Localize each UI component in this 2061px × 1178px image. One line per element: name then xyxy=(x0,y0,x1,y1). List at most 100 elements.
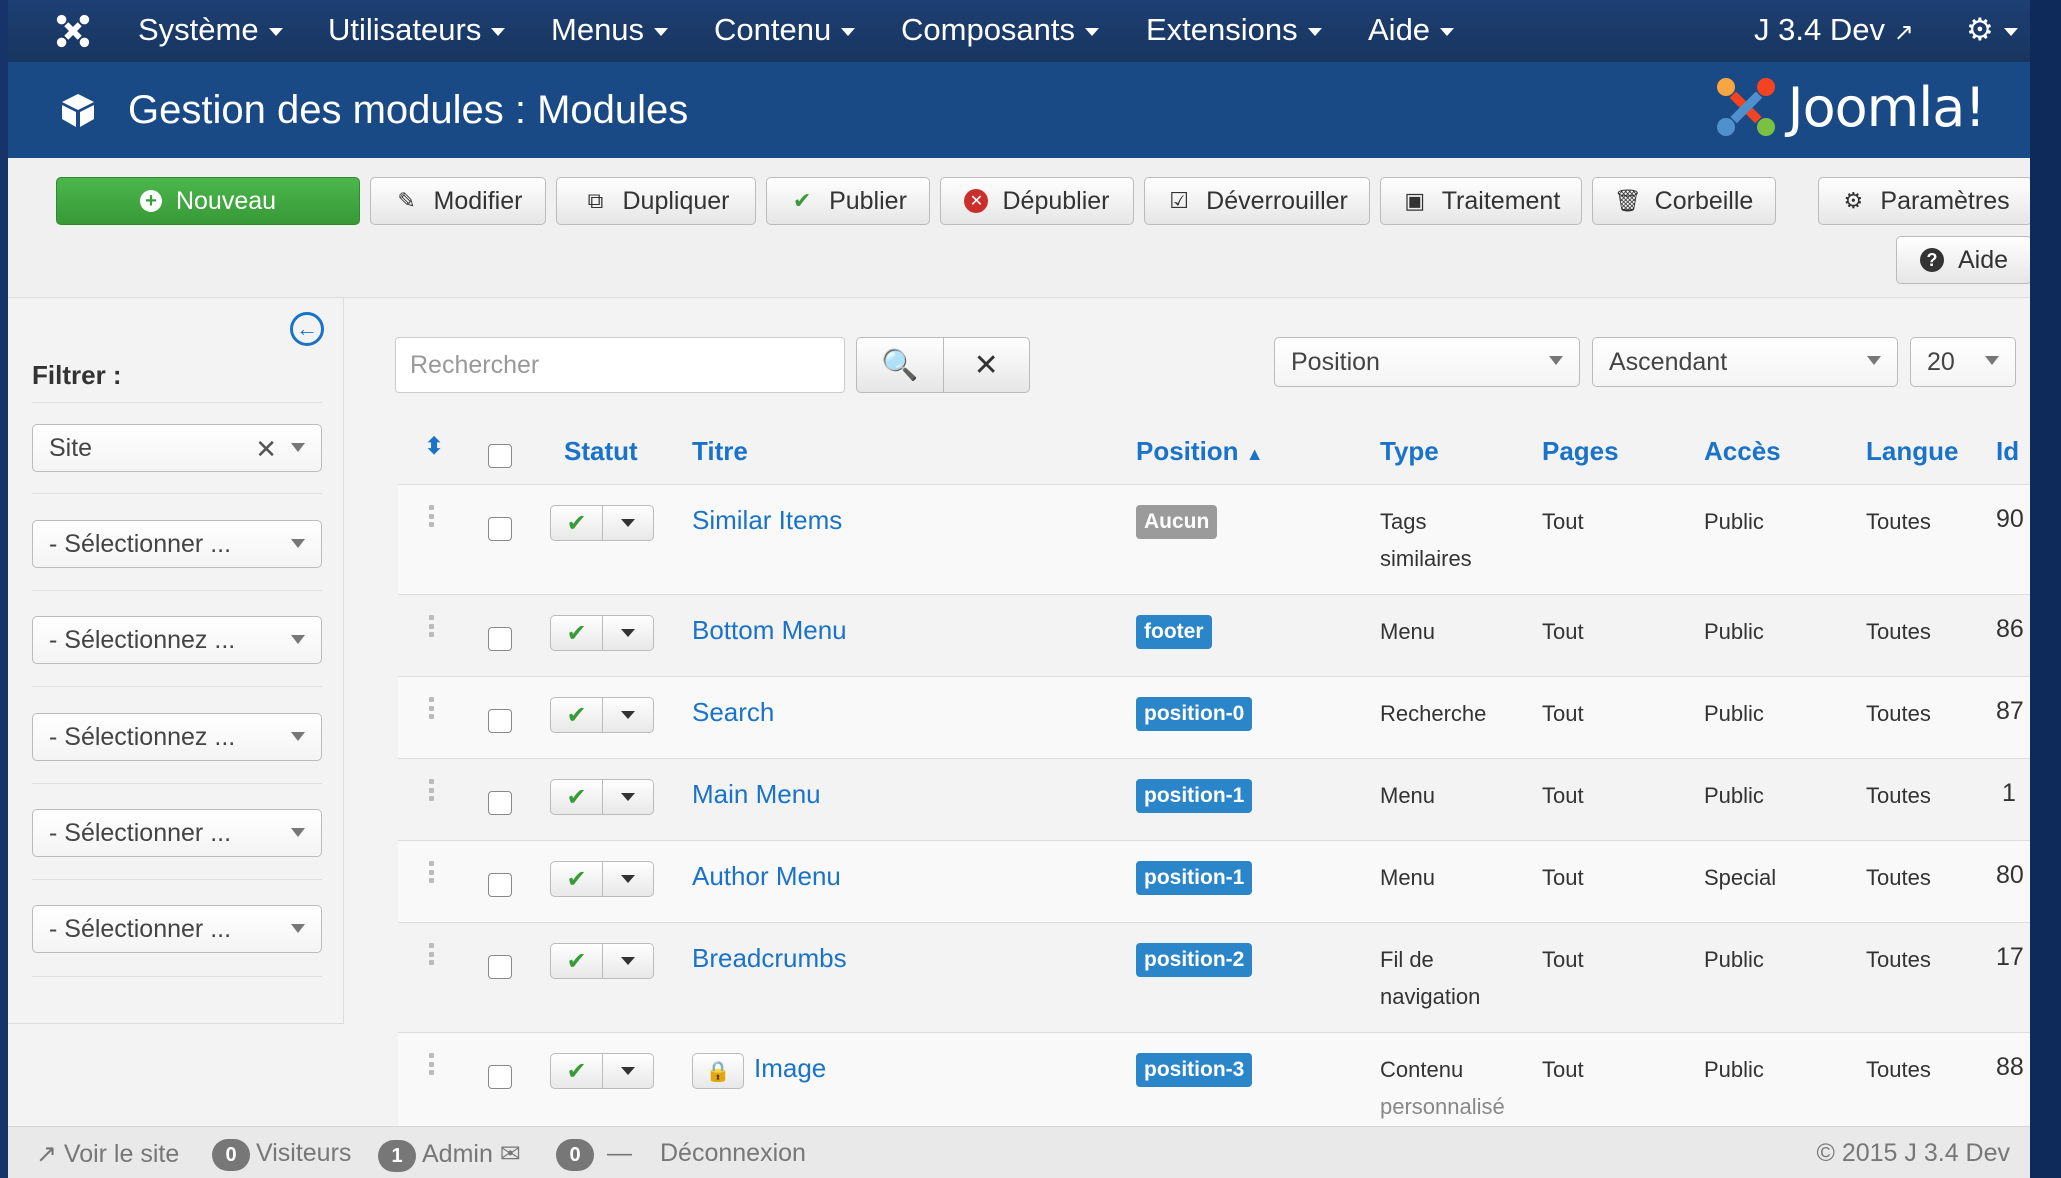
check-icon[interactable]: ✔ xyxy=(551,506,603,540)
collapse-sidebar-icon[interactable]: ← xyxy=(290,312,324,346)
status-dropdown[interactable] xyxy=(603,1054,653,1088)
header-position[interactable]: Position ▲ xyxy=(1136,436,1264,467)
access-filter-select[interactable]: - Sélectionner ... xyxy=(32,809,322,857)
search-input[interactable]: Rechercher xyxy=(395,337,845,393)
status-toggle[interactable]: ✔ xyxy=(550,697,654,733)
header-pages[interactable]: Pages xyxy=(1542,436,1619,467)
check-icon[interactable]: ✔ xyxy=(551,698,603,732)
drag-handle-icon[interactable] xyxy=(429,615,435,637)
unpublish-button[interactable]: ✕ Dépublier xyxy=(940,177,1134,225)
drag-handle-icon[interactable] xyxy=(429,697,435,719)
check-icon[interactable]: ✔ xyxy=(551,1054,603,1088)
status-dropdown[interactable] xyxy=(603,616,653,650)
publish-button[interactable]: ✔ Publier xyxy=(766,177,930,225)
status-dropdown[interactable] xyxy=(603,506,653,540)
status-toggle[interactable]: ✔ xyxy=(550,505,654,541)
module-title-link[interactable]: Similar Items xyxy=(692,505,842,536)
module-title-link[interactable]: Main Menu xyxy=(692,779,821,810)
check-icon[interactable]: ✔ xyxy=(551,944,603,978)
menu-composants[interactable]: Composants xyxy=(901,12,1100,48)
batch-button[interactable]: ▣ Traitement xyxy=(1380,177,1582,225)
help-button[interactable]: ? Aide xyxy=(1896,236,2030,284)
duplicate-button[interactable]: ⧉ Dupliquer xyxy=(556,177,756,225)
status-toggle[interactable]: ✔ xyxy=(550,943,654,979)
menu-menus[interactable]: Menus xyxy=(551,12,669,48)
status-dropdown[interactable] xyxy=(603,780,653,814)
drag-handle-icon[interactable] xyxy=(429,861,435,883)
menu-contenu[interactable]: Contenu xyxy=(714,12,856,48)
access-cell: Public xyxy=(1704,509,1764,534)
caret-down-icon xyxy=(621,793,635,801)
status-toggle[interactable]: ✔ xyxy=(550,1053,654,1089)
check-icon[interactable]: ✔ xyxy=(551,616,603,650)
module-title-link[interactable]: Image xyxy=(754,1053,826,1084)
options-button[interactable]: ⚙ Paramètres xyxy=(1818,177,2030,225)
row-checkbox[interactable] xyxy=(488,873,512,897)
drag-handle-icon[interactable] xyxy=(429,779,435,801)
drag-handle-icon[interactable] xyxy=(429,943,435,965)
header-language[interactable]: Langue xyxy=(1866,436,1958,467)
header-title[interactable]: Titre xyxy=(692,436,748,467)
header-id[interactable]: Id xyxy=(1996,436,2019,467)
header-status[interactable]: Statut xyxy=(564,436,638,467)
menu-systeme[interactable]: Système xyxy=(138,12,283,48)
desktop-edge xyxy=(2030,0,2061,1178)
caret-down-icon xyxy=(654,27,669,36)
header-access[interactable]: Accès xyxy=(1704,436,1781,467)
checkin-button[interactable]: ☑ Déverrouiller xyxy=(1144,177,1370,225)
list-limit-select[interactable]: 20 xyxy=(1910,337,2016,387)
status-dropdown[interactable] xyxy=(603,698,653,732)
status-dropdown[interactable] xyxy=(603,944,653,978)
header-type[interactable]: Type xyxy=(1380,436,1439,467)
drag-handle-icon[interactable] xyxy=(429,505,435,527)
settings-menu[interactable]: ⚙ xyxy=(1966,12,2018,48)
visitors-count-badge: 0 xyxy=(212,1139,250,1171)
position-filter-select[interactable]: - Sélectionnez ... xyxy=(32,616,322,664)
ordering-sort-icon[interactable]: ⬍ xyxy=(424,432,444,461)
row-checkbox[interactable] xyxy=(488,517,512,541)
module-title-link[interactable]: Bottom Menu xyxy=(692,615,847,646)
checked-out-lock-button[interactable]: 🔒 xyxy=(692,1053,744,1089)
admin-status: 1 Admin ✉ xyxy=(378,1139,521,1172)
type-cell: Contenu xyxy=(1380,1057,1464,1082)
language-filter-select[interactable]: - Sélectionner ... xyxy=(32,905,322,953)
check-icon[interactable]: ✔ xyxy=(551,780,603,814)
sort-direction-select[interactable]: Ascendant xyxy=(1592,337,1898,387)
caret-down-icon xyxy=(2003,27,2018,36)
row-checkbox[interactable] xyxy=(488,791,512,815)
logout-link[interactable]: Déconnexion xyxy=(660,1139,806,1168)
x-circle-icon: ✕ xyxy=(964,189,989,213)
joomla-x-icon[interactable] xyxy=(54,12,92,50)
state-filter-select[interactable]: - Sélectionner ... xyxy=(32,520,322,568)
edit-button[interactable]: ✎ Modifier xyxy=(370,177,546,225)
menu-extensions[interactable]: Extensions xyxy=(1146,12,1322,48)
menu-utilisateurs[interactable]: Utilisateurs xyxy=(328,12,506,48)
status-toggle[interactable]: ✔ xyxy=(550,861,654,897)
check-icon[interactable]: ✔ xyxy=(551,862,603,896)
sort-field-select[interactable]: Position xyxy=(1274,337,1580,387)
trash-button[interactable]: 🗑 Corbeille xyxy=(1592,177,1776,225)
menu-aide[interactable]: Aide xyxy=(1368,12,1455,48)
status-toggle[interactable]: ✔ xyxy=(550,615,654,651)
row-checkbox[interactable] xyxy=(488,627,512,651)
row-checkbox[interactable] xyxy=(488,955,512,979)
select-all-checkbox[interactable] xyxy=(488,444,512,468)
site-link[interactable]: J 3.4 Dev ↗ xyxy=(1754,12,1914,48)
client-filter-select[interactable]: Site ✕ xyxy=(32,424,322,472)
row-checkbox[interactable] xyxy=(488,1065,512,1089)
messages-status[interactable]: 0 — xyxy=(556,1139,632,1171)
access-cell: Public xyxy=(1704,701,1764,726)
view-site-link[interactable]: ↗ Voir le site xyxy=(36,1139,179,1169)
status-dropdown[interactable] xyxy=(603,862,653,896)
clear-search-button[interactable]: ✕ xyxy=(944,338,1030,392)
module-title-link[interactable]: Search xyxy=(692,697,774,728)
search-button[interactable]: 🔍 xyxy=(857,338,944,392)
row-checkbox[interactable] xyxy=(488,709,512,733)
module-title-link[interactable]: Author Menu xyxy=(692,861,841,892)
module-title-link[interactable]: Breadcrumbs xyxy=(692,943,847,974)
drag-handle-icon[interactable] xyxy=(429,1053,435,1075)
new-button[interactable]: + Nouveau xyxy=(56,177,360,225)
status-toggle[interactable]: ✔ xyxy=(550,779,654,815)
clear-icon[interactable]: ✕ xyxy=(255,434,277,465)
type-filter-select[interactable]: - Sélectionnez ... xyxy=(32,713,322,761)
